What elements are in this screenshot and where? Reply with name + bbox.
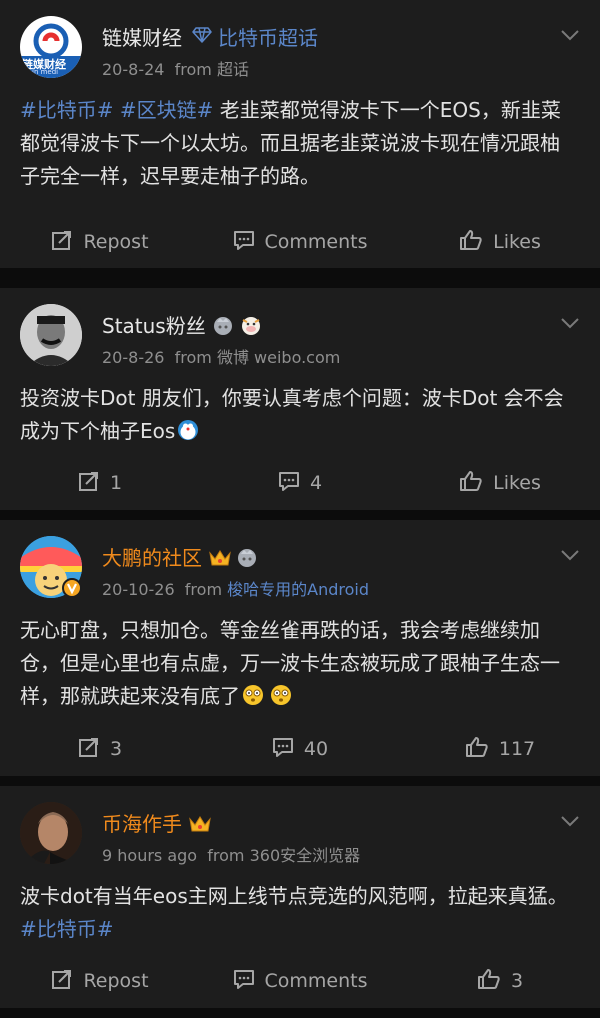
post-text: 波卡dot有当年eos主网上线节点竞选的风范啊，拉起来真猛。 <box>20 884 568 908</box>
thumbs-up-icon <box>459 229 483 256</box>
avatar-brand-subtext: in medi <box>32 68 59 76</box>
from-label: from <box>174 348 212 367</box>
author-name[interactable]: 币海作手 <box>102 808 182 837</box>
post-card: Status粉丝 20-8-26 from 微博 weibo.com 投资波卡D… <box>0 288 600 510</box>
repost-icon <box>78 736 100 763</box>
repost-icon <box>51 968 73 995</box>
repost-count: 1 <box>109 472 123 494</box>
chevron-down-icon[interactable] <box>560 812 580 831</box>
post-date: 20-8-24 <box>102 60 165 79</box>
likes-count: 3 <box>510 970 524 992</box>
thumbs-up-icon <box>465 736 489 763</box>
thumbs-up-icon <box>477 968 501 995</box>
post-meta: 9 hours ago from 360安全浏览器 <box>102 842 360 866</box>
author-avatar[interactable] <box>20 802 82 864</box>
like-button[interactable]: Likes <box>400 470 600 497</box>
action-bar: 3 40 117 <box>0 718 600 780</box>
post-content: 波卡dot有当年eos主网上线节点竞选的风范啊，拉起来真猛。 #比特币# <box>0 876 600 950</box>
likes-label: Likes <box>493 472 541 494</box>
action-bar: 1 4 Likes <box>0 452 600 514</box>
comments-label: Comments <box>264 970 368 992</box>
author-name[interactable]: 链媒财经 <box>102 22 182 51</box>
repost-icon <box>78 470 100 497</box>
action-bar: Repost Comments 3 <box>0 950 600 1012</box>
vip-crown-icon <box>208 548 231 566</box>
author-avatar[interactable]: 链媒财经 in medi <box>20 16 82 78</box>
dizzy-face-emoji-icon <box>242 683 264 705</box>
super-topic-link[interactable]: 比特币超话 <box>218 22 318 51</box>
author-avatar[interactable] <box>20 304 82 366</box>
cow-badge-icon <box>240 314 262 336</box>
likes-label: Likes <box>493 231 541 253</box>
comment-icon <box>272 736 294 763</box>
from-label: from <box>174 60 212 79</box>
chevron-down-icon[interactable] <box>560 26 580 45</box>
repost-button[interactable]: Repost <box>0 968 200 995</box>
comments-button[interactable]: Comments <box>200 229 400 256</box>
comment-icon <box>233 968 255 995</box>
repost-button[interactable]: Repost <box>0 229 200 256</box>
post-date: 9 hours ago <box>102 846 198 865</box>
author-name[interactable]: 大鹏的社区 <box>102 542 202 571</box>
repost-label: Repost <box>83 970 149 992</box>
hashtag-link[interactable]: #比特币# <box>20 917 114 941</box>
post-card: 大鹏的社区 20-10-26 from 梭哈专用的Android 无心盯盘，只想… <box>0 520 600 776</box>
fan-badge-icon <box>212 314 234 336</box>
post-meta: 20-8-24 from 超话 <box>102 56 249 80</box>
thumbs-up-icon <box>459 470 483 497</box>
repost-label: Repost <box>83 231 149 253</box>
like-button[interactable]: Likes <box>400 229 600 256</box>
post-card: 链媒财经 in medi 链媒财经 比特币超话 20-8-24 from 超话 … <box>0 0 600 268</box>
author-name[interactable]: Status粉丝 <box>102 310 206 339</box>
like-button[interactable]: 117 <box>400 736 600 763</box>
likes-count: 117 <box>498 738 536 760</box>
chevron-down-icon[interactable] <box>560 314 580 333</box>
repost-icon <box>51 229 73 256</box>
post-date: 20-10-26 <box>102 580 175 599</box>
post-meta: 20-10-26 from 梭哈专用的Android <box>102 576 369 600</box>
comment-icon <box>278 470 300 497</box>
post-source[interactable]: 梭哈专用的Android <box>227 580 369 599</box>
comments-button[interactable]: 40 <box>200 736 400 763</box>
post-text: 投资波卡Dot 朋友们，你要认真考虑个问题：波卡Dot 会不会成为下个柚子Eos <box>20 386 564 443</box>
verified-v-icon <box>62 578 82 602</box>
hashtag-link[interactable]: #比特币# #区块链# <box>20 98 213 122</box>
post-source: 360安全浏览器 <box>249 846 361 865</box>
chevron-down-icon[interactable] <box>560 546 580 565</box>
post-content: 无心盯盘，只想加仓。等金丝雀再跌的话，我会考虑继续加仓，但是心里也有点虚，万一波… <box>0 610 600 718</box>
dizzy-face-emoji-icon <box>270 683 292 705</box>
post-source: 微博 weibo.com <box>216 348 341 367</box>
post-card: 币海作手 9 hours ago from 360安全浏览器 波卡dot有当年e… <box>0 786 600 1008</box>
post-source: 超话 <box>216 60 249 79</box>
comments-button[interactable]: Comments <box>200 968 400 995</box>
from-label: from <box>184 580 223 599</box>
post-content: #比特币# #区块链# 老韭菜都觉得波卡下一个EOS，新韭菜都觉得波卡下一个以太… <box>0 90 600 212</box>
comments-count: 40 <box>303 738 329 760</box>
comments-button[interactable]: 4 <box>200 470 400 497</box>
like-button[interactable]: 3 <box>400 968 600 995</box>
fan-badge-icon <box>236 546 258 568</box>
action-bar: Repost Comments Likes <box>0 212 600 272</box>
diamond-icon <box>192 26 212 47</box>
vip-crown-icon <box>188 814 211 832</box>
comments-count: 4 <box>309 472 323 494</box>
repost-button[interactable]: 3 <box>0 736 200 763</box>
comment-icon <box>233 229 255 256</box>
weibo-feed: 链媒财经 in medi 链媒财经 比特币超话 20-8-24 from 超话 … <box>0 0 600 1008</box>
post-meta: 20-8-26 from 微博 weibo.com <box>102 344 340 368</box>
comments-label: Comments <box>264 231 368 253</box>
post-content: 投资波卡Dot 朋友们，你要认真考虑个问题：波卡Dot 会不会成为下个柚子Eos <box>0 378 600 452</box>
doraemon-emoji-icon <box>177 418 199 440</box>
repost-count: 3 <box>109 738 123 760</box>
post-date: 20-8-26 <box>102 348 165 367</box>
from-label: from <box>207 846 245 865</box>
repost-button[interactable]: 1 <box>0 470 200 497</box>
